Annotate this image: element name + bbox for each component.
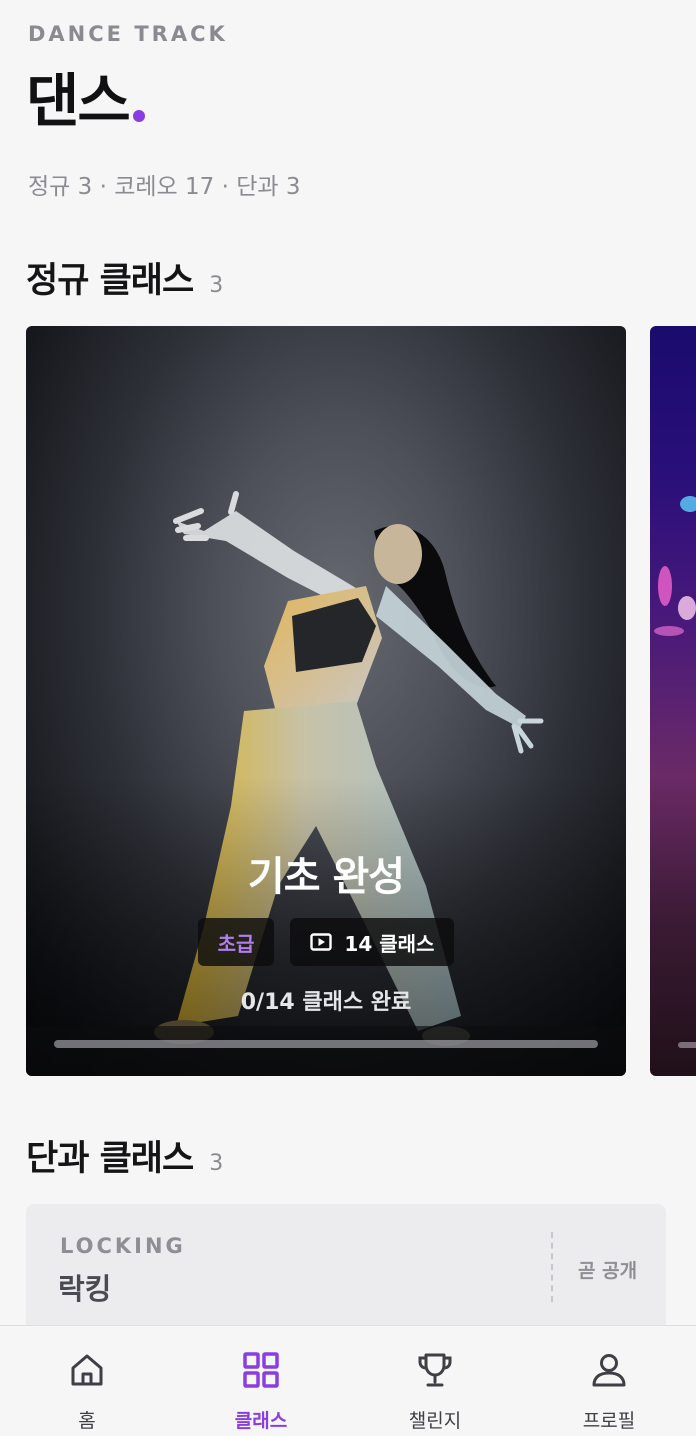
tab-profile[interactable]: 프로필 bbox=[522, 1326, 696, 1436]
regular-section-count: 3 bbox=[209, 273, 224, 298]
dance-track-page: DANCE TRACK 댄스 정규 3 · 코레오 17 · 단과 3 정규 클… bbox=[0, 0, 696, 1436]
grid-icon bbox=[243, 1352, 279, 1388]
tab-home[interactable]: 홈 bbox=[0, 1326, 174, 1436]
single-class-eng-name: LOCKING bbox=[60, 1234, 186, 1258]
progress-text: 0/14 클래스 완료 bbox=[240, 990, 412, 1015]
tab-profile-label: 프로필 bbox=[582, 1410, 636, 1432]
class-card-basic[interactable]: 기초 완성 초급 14 클래스 0/14 클래스 완료 bbox=[26, 326, 626, 1076]
single-section-header: 단과 클래스 3 bbox=[26, 1130, 223, 1181]
class-card-chips: 초급 14 클래스 bbox=[26, 918, 626, 966]
progress-bar-partial bbox=[678, 1042, 696, 1048]
single-section-title: 단과 클래스 bbox=[26, 1139, 194, 1179]
city-light bbox=[678, 596, 696, 620]
person-icon bbox=[592, 1354, 626, 1387]
play-icon bbox=[310, 933, 333, 951]
page-title: 댄스 bbox=[26, 67, 131, 135]
bottom-tab-bar: 홈 클래스 챌린지 프로필 bbox=[0, 1325, 696, 1436]
title-accent-dot bbox=[132, 110, 145, 122]
page-title-group: 댄스 bbox=[26, 68, 145, 134]
class-card-title: 기초 완성 bbox=[247, 854, 405, 900]
class-summary: 정규 3 · 코레오 17 · 단과 3 bbox=[28, 174, 301, 200]
city-light bbox=[680, 496, 696, 512]
tab-challenge-label: 챌린지 bbox=[408, 1410, 462, 1432]
coming-soon-label: 곧 공개 bbox=[578, 1260, 638, 1282]
regular-section-title: 정규 클래스 bbox=[26, 261, 194, 301]
home-icon bbox=[71, 1354, 103, 1386]
page-eyebrow: DANCE TRACK bbox=[28, 22, 228, 46]
regular-section-header: 정규 클래스 3 bbox=[26, 252, 223, 303]
trophy-icon bbox=[418, 1353, 452, 1387]
level-badge: 초급 bbox=[197, 918, 275, 966]
single-section-count: 3 bbox=[209, 1151, 224, 1176]
tab-challenge[interactable]: 챌린지 bbox=[348, 1326, 522, 1436]
lesson-count-label: 14 클래스 bbox=[344, 931, 435, 956]
single-class-kor-name: 락킹 bbox=[58, 1272, 112, 1306]
city-light bbox=[658, 566, 672, 606]
lesson-count-badge: 14 클래스 bbox=[290, 918, 455, 966]
tab-home-label: 홈 bbox=[78, 1410, 96, 1432]
progress-bar bbox=[54, 1040, 598, 1048]
class-card-next-partial[interactable] bbox=[650, 326, 696, 1076]
city-light bbox=[654, 626, 684, 636]
tab-classes-label: 클래스 bbox=[234, 1410, 288, 1432]
dashed-divider bbox=[551, 1232, 553, 1302]
tab-classes[interactable]: 클래스 bbox=[174, 1326, 348, 1436]
